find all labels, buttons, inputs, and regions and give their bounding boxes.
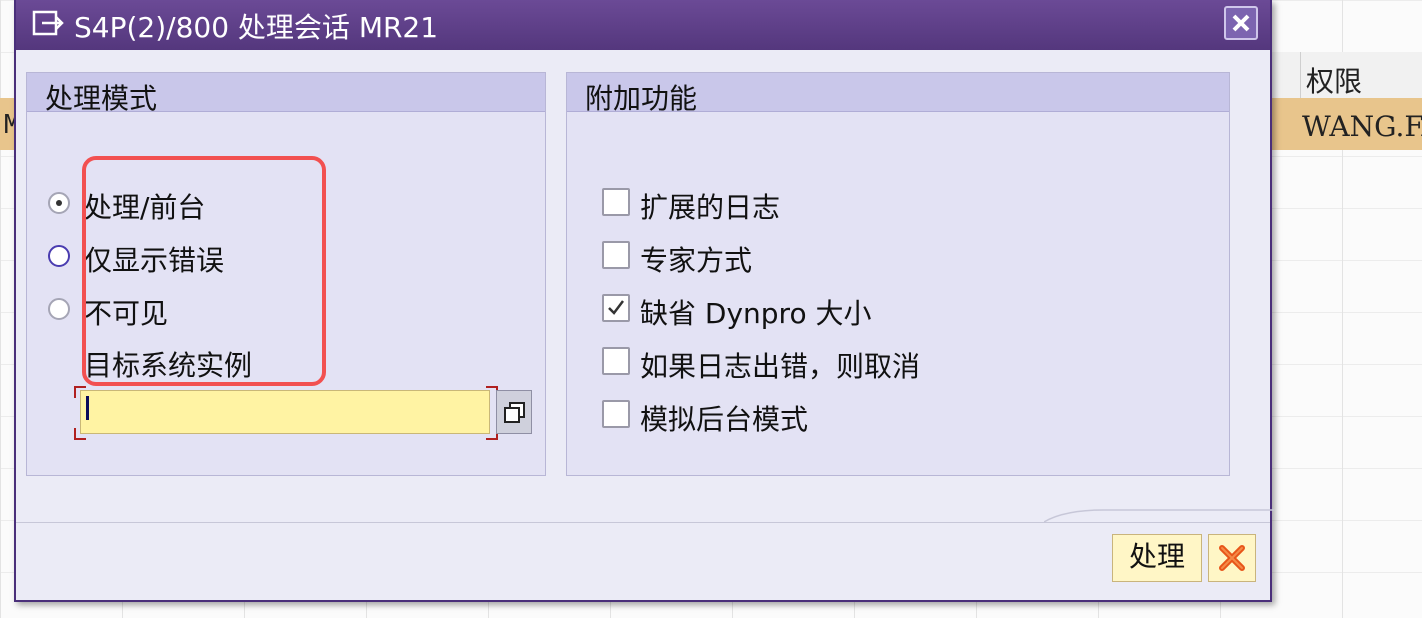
target-system-input-wrap [74,386,498,440]
table-cell-permission: WANG.FA [1302,110,1422,143]
process-session-dialog: S4P(2)/800 处理会话 MR21 处理模式 处理/前台 仅显示错误 不可… [14,0,1274,602]
cancel-button[interactable] [1208,534,1256,582]
dialog-title: S4P(2)/800 处理会话 MR21 [74,11,439,44]
value-help-icon [504,402,525,423]
close-icon [1232,14,1250,32]
highlight-annotation-box [82,156,326,386]
checkbox-extended-log[interactable] [602,188,630,216]
cancel-icon [1219,545,1245,571]
checkbox-extended-log-label[interactable]: 扩展的日志 [640,186,780,226]
target-system-input[interactable] [80,390,490,434]
checkbox-cancel-on-error-label[interactable]: 如果日志出错，则取消 [640,345,920,385]
column-header-permission[interactable]: 权限 [1306,60,1362,100]
checkbox-simulate-background-label[interactable]: 模拟后台模式 [640,398,808,438]
checkbox-default-size[interactable] [602,294,630,322]
close-button[interactable] [1224,6,1258,40]
additional-functions-header: 附加功能 [567,73,1229,115]
dialog-titlebar[interactable]: S4P(2)/800 处理会话 MR21 [16,0,1270,50]
processing-mode-header: 处理模式 [27,73,545,115]
process-button[interactable]: 处理 [1112,534,1202,582]
radio-invisible[interactable] [48,298,70,320]
checkbox-expert-mode-label[interactable]: 专家方式 [640,239,752,279]
radio-errors-only[interactable] [48,245,70,267]
value-help-button[interactable] [496,390,532,434]
window-icon [32,8,66,38]
checkmark-icon [608,300,624,315]
radio-selected-dot [56,200,62,206]
processing-mode-title: 处理模式 [45,82,158,115]
checkbox-expert-mode[interactable] [602,241,630,269]
text-caret [86,396,89,420]
checkbox-default-size-label[interactable]: 缺省 Dynpro 大小 [640,292,871,332]
checkbox-simulate-background[interactable] [602,400,630,428]
checkbox-cancel-on-error[interactable] [602,347,630,375]
footer-decoration [1044,509,1274,523]
radio-foreground[interactable] [48,192,70,214]
additional-functions-title: 附加功能 [585,82,698,115]
